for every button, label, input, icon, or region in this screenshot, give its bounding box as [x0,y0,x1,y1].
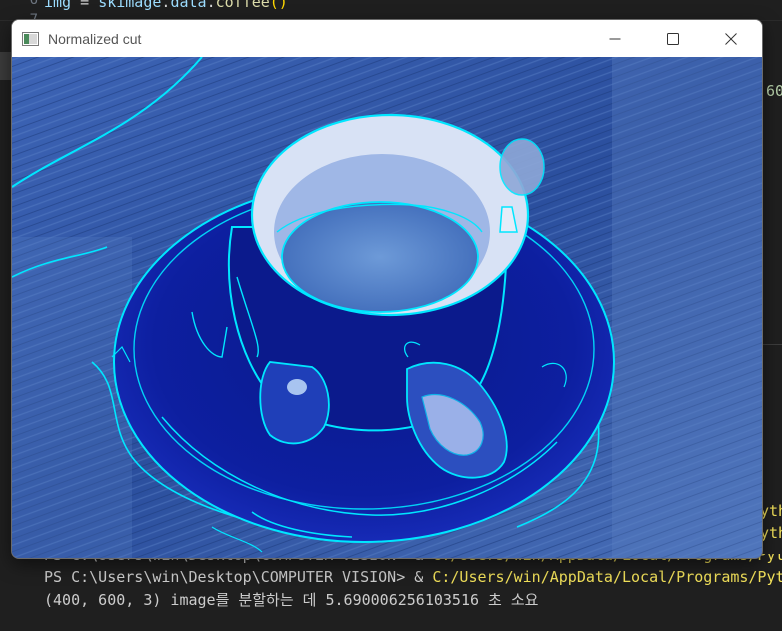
close-button[interactable] [702,20,760,57]
line-number: 6 [29,0,38,8]
segmentation-image [12,56,762,558]
terminal-path-2: C:/Users/win/AppData/Local/Programs/Pyth [432,568,782,586]
app-icon [22,32,39,46]
maximize-icon [667,32,679,45]
normalized-cut-window[interactable]: Normalized cut [12,20,762,558]
code-function: coffee [215,0,270,11]
segmentation-canvas [12,56,762,558]
window-titlebar[interactable]: Normalized cut [12,20,762,57]
handle-highlight [287,379,307,395]
terminal-prompt-2: PS C:\Users\win\Desktop\COMPUTER VISION>… [44,568,433,586]
terminal-output: (400, 600, 3) image를 분할하는 데 5.6900062561… [44,591,539,609]
close-icon [725,32,737,45]
coffee-surface [281,201,479,313]
terminal-right-clip-1: yth [760,502,782,520]
code-module: skimage [98,0,162,11]
panel-divider [762,344,782,345]
right-peek-text: 60 [766,82,782,100]
code-submodule: data [170,0,207,11]
cup-handle [259,361,330,445]
code-op: = [71,0,99,11]
terminal-line-2: PS C:\Users\win\Desktop\COMPUTER VISION>… [44,566,782,588]
code-parens: () [269,0,288,11]
code-line: img = skimage.data.coffee() [44,0,288,13]
minimize-button[interactable] [586,20,644,57]
maximize-button[interactable] [644,20,702,57]
code-var: img [44,0,72,11]
spoon-tip [499,138,545,196]
terminal-right-clip-2: yth [760,524,782,542]
minimize-icon [609,38,621,39]
window-title: Normalized cut [48,31,142,47]
table-left-light [12,237,132,558]
gutter-highlight [0,52,12,80]
table-highlight [612,57,762,558]
code-dot-2: . [206,0,216,11]
